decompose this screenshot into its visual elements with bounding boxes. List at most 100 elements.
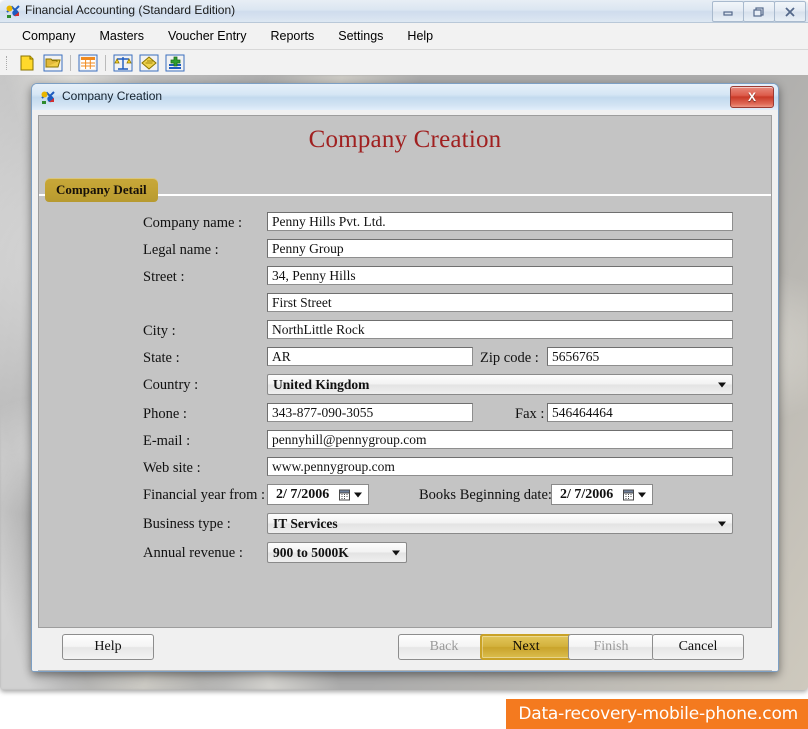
new-company-icon[interactable] — [16, 53, 38, 73]
input-legal-name[interactable]: Penny Group — [267, 239, 733, 258]
menu-item-company[interactable]: Company — [10, 26, 88, 46]
open-company-icon[interactable] — [42, 53, 64, 73]
label-financial-year-from: Financial year from : — [143, 487, 265, 503]
input-fax[interactable]: 546464464 — [547, 403, 733, 422]
main-application-window: Financial Accounting (Standard Edition) — [0, 0, 808, 690]
label-email: E-mail : — [143, 433, 191, 449]
watermark-text: Data-recovery-mobile-phone.com — [518, 704, 798, 724]
select-annual-revenue[interactable]: 900 to 5000K — [267, 542, 407, 563]
menu-item-settings[interactable]: Settings — [326, 26, 395, 46]
input-website[interactable]: www.pennygroup.com — [267, 457, 733, 476]
label-business-type: Business type : — [143, 516, 231, 532]
row-state-zip: State : AR Zip code : 5656765 — [39, 347, 771, 374]
row-street-2: First Street — [39, 293, 771, 320]
company-creation-dialog: Company Creation X Company Creation Comp… — [31, 83, 779, 672]
add-entry-icon[interactable] — [164, 53, 186, 73]
calendar-icon — [339, 489, 350, 500]
help-button[interactable]: Help — [62, 634, 154, 660]
label-annual-revenue: Annual revenue : — [143, 545, 243, 561]
datepicker-books-beginning-date-value: 2/ 7/2006 — [560, 486, 614, 502]
menu-item-masters[interactable]: Masters — [88, 26, 156, 46]
toolbar-separator — [70, 55, 71, 71]
row-annual-revenue: Annual revenue : 900 to 5000K — [39, 542, 771, 571]
menu-item-reports[interactable]: Reports — [258, 26, 326, 46]
label-street: Street : — [143, 269, 185, 285]
row-phone-fax: Phone : 343-877-090-3055 Fax : 546464464 — [39, 403, 771, 430]
label-website: Web site : — [143, 460, 201, 476]
input-company-name[interactable]: Penny Hills Pvt. Ltd. — [267, 212, 733, 231]
select-annual-revenue-value: 900 to 5000K — [273, 544, 349, 560]
label-legal-name: Legal name : — [143, 242, 219, 258]
select-country-value: United Kingdom — [273, 376, 370, 392]
finish-button[interactable]: Finish — [568, 634, 654, 660]
dialog-title: Company Creation — [62, 89, 163, 103]
input-street[interactable]: 34, Penny Hills — [267, 266, 733, 285]
ledger-table-icon[interactable] — [77, 53, 99, 73]
row-street: Street : 34, Penny Hills — [39, 266, 771, 293]
back-button[interactable]: Back — [398, 634, 490, 660]
calendar-icon — [623, 489, 634, 500]
input-street-2[interactable]: First Street — [267, 293, 733, 312]
datepicker-financial-year-from-value: 2/ 7/2006 — [276, 486, 330, 502]
main-window-title: Financial Accounting (Standard Edition) — [25, 3, 236, 17]
label-company-name: Company name : — [143, 215, 243, 231]
cancel-button[interactable]: Cancel — [652, 634, 744, 660]
main-titlebar: Financial Accounting (Standard Edition) — [0, 0, 808, 23]
row-company-name: Company name : Penny Hills Pvt. Ltd. — [39, 212, 771, 239]
datepicker-financial-year-from[interactable]: 2/ 7/2006 — [267, 484, 369, 505]
input-zip-code[interactable]: 5656765 — [547, 347, 733, 366]
chevron-down-icon — [354, 492, 362, 497]
app-logo-icon — [40, 89, 56, 105]
chevron-down-icon — [718, 521, 726, 526]
row-email: E-mail : pennyhill@pennygroup.com — [39, 430, 771, 457]
row-business-type: Business type : IT Services — [39, 513, 771, 542]
label-city: City : — [143, 323, 176, 339]
label-zip-code: Zip code : — [480, 350, 539, 366]
chevron-down-icon — [718, 382, 726, 387]
row-dates: Financial year from : 2/ 7/2006 Books Be… — [39, 484, 771, 513]
input-state[interactable]: AR — [267, 347, 473, 366]
tabstrip: Company Detail — [39, 178, 771, 202]
page-title: Company Creation — [308, 126, 502, 153]
watermark-banner: Data-recovery-mobile-phone.com — [506, 699, 808, 729]
tab-company-detail[interactable]: Company Detail — [45, 178, 158, 202]
datepicker-books-beginning-date[interactable]: 2/ 7/2006 — [551, 484, 653, 505]
select-business-type[interactable]: IT Services — [267, 513, 733, 534]
row-city: City : NorthLittle Rock — [39, 320, 771, 347]
label-phone: Phone : — [143, 406, 187, 422]
restore-icon[interactable] — [743, 1, 775, 22]
tab-company-detail-label: Company Detail — [56, 182, 147, 197]
label-state: State : — [143, 350, 180, 366]
next-button[interactable]: Next — [480, 634, 572, 660]
toolbar — [0, 50, 808, 77]
close-icon: X — [747, 90, 756, 104]
row-website: Web site : www.pennygroup.com — [39, 457, 771, 484]
minimize-icon[interactable] — [712, 1, 744, 22]
dialog-close-button[interactable]: X — [730, 86, 774, 108]
menubar: Company Masters Voucher Entry Reports Se… — [0, 23, 808, 50]
chevron-down-icon — [638, 492, 646, 497]
close-icon[interactable] — [774, 1, 806, 22]
label-books-beginning-date: Books Beginning date: — [419, 487, 552, 503]
input-email[interactable]: pennyhill@pennygroup.com — [267, 430, 733, 449]
toolbar-separator — [105, 55, 106, 71]
input-city[interactable]: NorthLittle Rock — [267, 320, 733, 339]
select-business-type-value: IT Services — [273, 515, 338, 531]
menu-item-help[interactable]: Help — [395, 26, 445, 46]
dialog-bottom-divider — [38, 670, 772, 671]
menu-item-voucher-entry[interactable]: Voucher Entry — [156, 26, 259, 46]
toolbar-grip[interactable] — [6, 56, 10, 70]
dialog-body: Company Creation Company Detail Company … — [32, 110, 778, 671]
select-country[interactable]: United Kingdom — [267, 374, 733, 395]
window-controls — [712, 1, 806, 22]
company-detail-panel: Company Creation Company Detail Company … — [38, 115, 772, 628]
label-country: Country : — [143, 377, 199, 393]
dialog-button-bar: Help Back Next Finish Cancel — [38, 634, 772, 664]
form-rows: Company name : Penny Hills Pvt. Ltd. Leg… — [39, 212, 771, 571]
row-legal-name: Legal name : Penny Group — [39, 239, 771, 266]
trial-balance-icon[interactable] — [112, 53, 134, 73]
input-phone[interactable]: 343-877-090-3055 — [267, 403, 473, 422]
label-fax: Fax : — [515, 406, 545, 422]
voucher-icon[interactable] — [138, 53, 160, 73]
desktop-root: Financial Accounting (Standard Edition) — [0, 0, 808, 729]
